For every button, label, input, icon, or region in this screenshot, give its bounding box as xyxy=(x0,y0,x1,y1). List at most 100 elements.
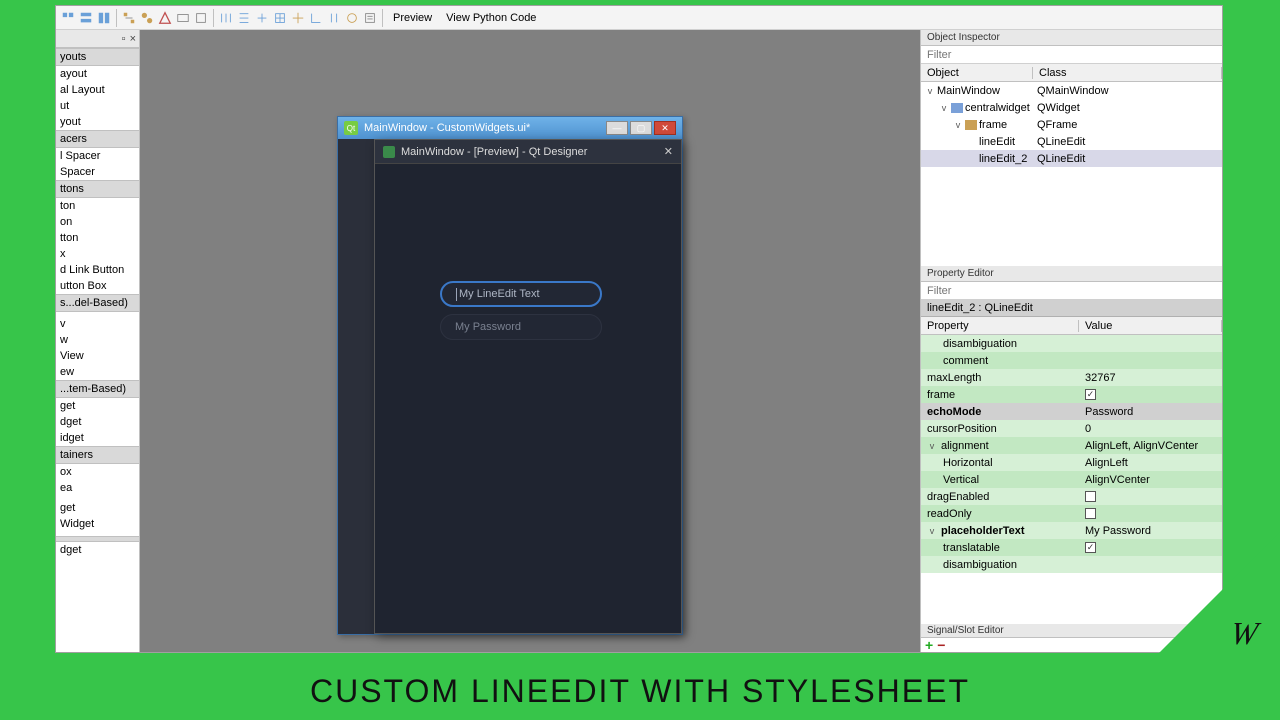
pe-row[interactable]: dragEnabled xyxy=(921,488,1222,505)
view-python-code-link[interactable]: View Python Code xyxy=(440,6,542,30)
lineedit-1-placeholder: My LineEdit Text xyxy=(459,288,540,300)
checkbox[interactable]: ✓ xyxy=(1085,389,1096,400)
pe-row[interactable]: cursorPosition0 xyxy=(921,420,1222,437)
widget-box-item[interactable]: w xyxy=(56,332,139,348)
toolbar-icon[interactable] xyxy=(175,10,191,26)
pe-row[interactable]: comment xyxy=(921,352,1222,369)
checkbox[interactable]: ✓ xyxy=(1085,542,1096,553)
widget-box-item[interactable]: View xyxy=(56,348,139,364)
widget-box-item[interactable]: ...tem-Based) xyxy=(56,380,139,398)
pe-row[interactable]: echoModePassword xyxy=(921,403,1222,420)
widget-box-item[interactable]: ox xyxy=(56,464,139,480)
widget-box-item[interactable]: ayout xyxy=(56,66,139,82)
toolbar-icon[interactable] xyxy=(218,10,234,26)
widget-list[interactable]: youtsayoutal Layoututyoutacersl SpacerSp… xyxy=(56,48,139,558)
object-inspector-panel: Object Inspector Object Class vMainWindo… xyxy=(921,30,1222,266)
oi-row[interactable]: vframeQFrame xyxy=(921,116,1222,133)
widget-box-item[interactable]: ew xyxy=(56,364,139,380)
object-inspector-filter[interactable] xyxy=(921,46,1222,64)
maximize-button[interactable]: ▢ xyxy=(630,121,652,135)
pe-row[interactable]: valignmentAlignLeft, AlignVCenter xyxy=(921,437,1222,454)
widget-box-item[interactable]: ttons xyxy=(56,180,139,198)
widget-box-item[interactable]: acers xyxy=(56,130,139,148)
checkbox[interactable] xyxy=(1085,508,1096,519)
widget-box-item[interactable]: dget xyxy=(56,414,139,430)
widget-box-item[interactable]: yout xyxy=(56,114,139,130)
widget-box-item[interactable]: ut xyxy=(56,98,139,114)
pe-current-object: lineEdit_2 : QLineEdit xyxy=(921,300,1222,317)
minimize-button[interactable]: — xyxy=(606,121,628,135)
toolbar-icon[interactable] xyxy=(344,10,360,26)
checkbox[interactable] xyxy=(1085,491,1096,502)
widget-box-item[interactable]: get xyxy=(56,500,139,516)
toolbar-icon[interactable] xyxy=(308,10,324,26)
toolbar-icon[interactable] xyxy=(60,10,76,26)
preview-window[interactable]: MainWindow - [Preview] - Qt Designer ✕ M… xyxy=(374,139,682,634)
widget-box-item[interactable]: utton Box xyxy=(56,278,139,294)
toolbar-icon[interactable] xyxy=(326,10,342,26)
widget-box-item[interactable]: tainers xyxy=(56,446,139,464)
remove-signal-button[interactable]: − xyxy=(937,637,945,653)
widget-box-item[interactable]: youts xyxy=(56,48,139,66)
widget-box-item[interactable]: dget xyxy=(56,542,139,558)
pe-filter-input[interactable] xyxy=(921,282,1222,299)
app-body: ▫× youtsayoutal Layoututyoutacersl Space… xyxy=(56,30,1222,652)
toolbar-icon[interactable] xyxy=(78,10,94,26)
design-canvas[interactable]: Qt MainWindow - CustomWidgets.ui* — ▢ ✕ … xyxy=(140,30,920,652)
preview-link[interactable]: Preview xyxy=(387,6,438,30)
oi-row[interactable]: lineEdit_2QLineEdit xyxy=(921,150,1222,167)
pe-head-property: Property xyxy=(921,320,1079,332)
oi-row[interactable]: vMainWindowQMainWindow xyxy=(921,82,1222,99)
pe-row[interactable]: HorizontalAlignLeft xyxy=(921,454,1222,471)
oi-filter-input[interactable] xyxy=(921,46,1222,63)
pe-row[interactable]: VerticalAlignVCenter xyxy=(921,471,1222,488)
close-button[interactable]: ✕ xyxy=(654,121,676,135)
pe-row[interactable]: readOnly xyxy=(921,505,1222,522)
property-editor-title: Property Editor xyxy=(921,266,1222,282)
toolbar-icon[interactable] xyxy=(236,10,252,26)
widget-box-item[interactable]: ea xyxy=(56,480,139,496)
designer-window[interactable]: Qt MainWindow - CustomWidgets.ui* — ▢ ✕ … xyxy=(337,116,683,635)
toolbar-icon[interactable] xyxy=(290,10,306,26)
designer-titlebar[interactable]: Qt MainWindow - CustomWidgets.ui* — ▢ ✕ xyxy=(338,117,682,139)
add-signal-button[interactable]: + xyxy=(925,637,933,653)
preview-close-icon[interactable]: ✕ xyxy=(664,145,673,158)
preview-titlebar[interactable]: MainWindow - [Preview] - Qt Designer ✕ xyxy=(375,140,681,164)
oi-row[interactable]: vcentralwidgetQWidget xyxy=(921,99,1222,116)
widget-box-item[interactable]: idget xyxy=(56,430,139,446)
pe-row[interactable]: maxLength32767 xyxy=(921,369,1222,386)
separator xyxy=(116,9,117,27)
widget-box-item[interactable]: x xyxy=(56,246,139,262)
preview-icon xyxy=(383,146,395,158)
toolbar-icon[interactable] xyxy=(272,10,288,26)
pe-row[interactable]: frame✓ xyxy=(921,386,1222,403)
widget-box-item[interactable]: v xyxy=(56,316,139,332)
property-editor-filter[interactable] xyxy=(921,282,1222,300)
pe-row[interactable]: disambiguation xyxy=(921,335,1222,352)
widget-box-item[interactable]: on xyxy=(56,214,139,230)
separator xyxy=(382,9,383,27)
widget-box-item[interactable]: get xyxy=(56,398,139,414)
pe-header: Property Value xyxy=(921,317,1222,335)
toolbar-icon[interactable] xyxy=(157,10,173,26)
toolbar-icon[interactable] xyxy=(362,10,378,26)
toolbar-icon[interactable] xyxy=(193,10,209,26)
toolbar-icon[interactable] xyxy=(96,10,112,26)
oi-body[interactable]: vMainWindowQMainWindowvcentralwidgetQWid… xyxy=(921,82,1222,266)
lineedit-1[interactable]: My LineEdit Text xyxy=(440,281,602,307)
widget-box-item[interactable]: al Layout xyxy=(56,82,139,98)
toolbar-icon[interactable] xyxy=(139,10,155,26)
widget-box-item[interactable]: Widget xyxy=(56,516,139,532)
toolbar-icon[interactable] xyxy=(254,10,270,26)
toolbar: Preview View Python Code xyxy=(56,6,1222,30)
widget-box-item[interactable]: Spacer xyxy=(56,164,139,180)
widget-box-item[interactable]: d Link Button xyxy=(56,262,139,278)
lineedit-2[interactable]: My Password xyxy=(440,314,602,340)
toolbar-icon[interactable] xyxy=(121,10,137,26)
widget-box-item[interactable]: l Spacer xyxy=(56,148,139,164)
widget-box-item[interactable]: ton xyxy=(56,198,139,214)
widget-box-item[interactable]: s...del-Based) xyxy=(56,294,139,312)
oi-row[interactable]: lineEditQLineEdit xyxy=(921,133,1222,150)
object-inspector-title: Object Inspector xyxy=(921,30,1222,46)
widget-box-item[interactable]: tton xyxy=(56,230,139,246)
